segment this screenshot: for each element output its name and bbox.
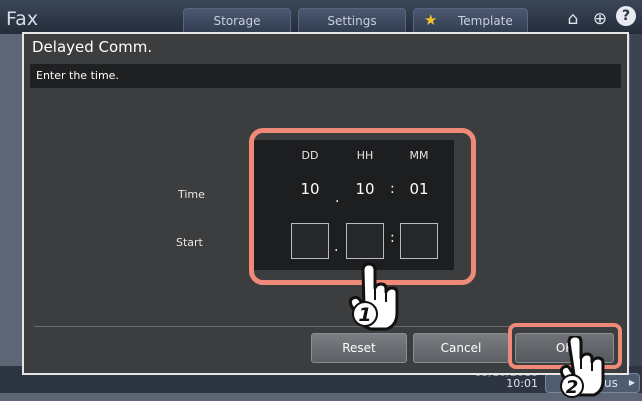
background-right-strip (630, 34, 642, 366)
storage-tab[interactable]: Storage (183, 8, 291, 34)
start-row-label: Start (176, 236, 203, 249)
top-bar: Fax Storage Settings ★ Template ⌂ ⊕ ? (0, 0, 642, 34)
message-bar: Enter the time. (30, 64, 621, 88)
help-icon[interactable]: ? (616, 6, 636, 26)
home-icon[interactable]: ⌂ (562, 8, 584, 30)
step1-number: 1 (358, 304, 371, 326)
settings-tab[interactable]: Settings (298, 8, 406, 34)
time-row-label: Time (178, 188, 205, 201)
template-tab-label: Template (458, 14, 513, 28)
arrow-right-icon: ▶ (628, 378, 635, 387)
tap-hand-icon-step2: 2 (559, 336, 605, 398)
reset-button[interactable]: Reset (311, 333, 407, 363)
step2-number: 2 (566, 377, 579, 398)
dialog-title: Delayed Comm. (32, 38, 153, 56)
app-title: Fax (6, 8, 39, 30)
star-icon: ★ (424, 11, 438, 29)
globe-icon[interactable]: ⊕ (589, 8, 611, 30)
dialog-message: Enter the time. (36, 69, 119, 82)
tap-hand-icon-step1: 1 (348, 262, 399, 331)
cancel-button[interactable]: Cancel (413, 333, 509, 363)
template-tab[interactable]: ★ Template (413, 8, 528, 34)
